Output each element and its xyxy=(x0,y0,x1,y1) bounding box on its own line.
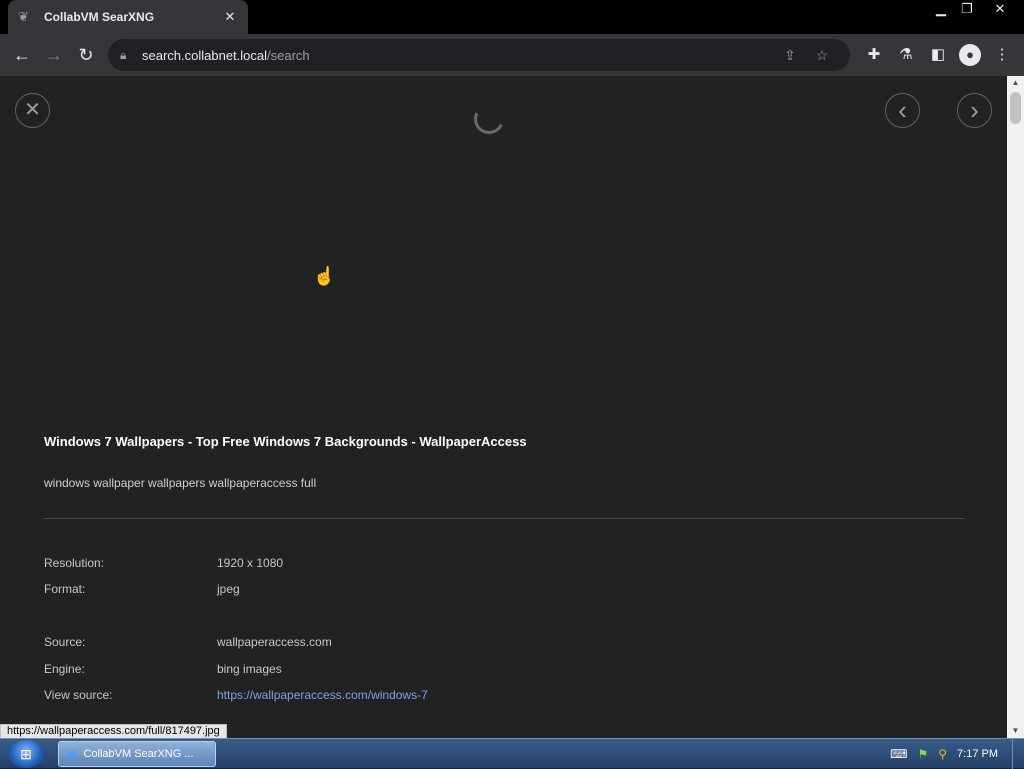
source-label: Source: xyxy=(44,635,86,649)
start-button-icon[interactable]: ⊞ xyxy=(8,740,44,768)
tab-title: CollabVM SearXNG xyxy=(44,10,155,24)
page-scrollbar[interactable]: ▲ ▼ xyxy=(1007,76,1024,738)
result-title: Windows 7 Wallpapers - Top Free Windows … xyxy=(44,434,527,449)
forward-icon[interactable]: → xyxy=(38,39,70,71)
reload-icon[interactable]: ↻ xyxy=(70,39,102,71)
system-tray: ⌨ ⚑ ⚲ 7:17 PM xyxy=(885,739,1024,769)
address-bar[interactable]: 🔒︎ search.collabnet.local/search ⇪ ☆ xyxy=(108,39,850,71)
browser-toolbar: ← → ↻ 🔒︎ search.collabnet.local/search ⇪… xyxy=(0,34,1024,76)
view-source-link[interactable]: https://wallpaperaccess.com/windows-7 xyxy=(217,688,428,702)
tab-close-icon[interactable]: ✕ xyxy=(222,9,238,25)
show-desktop-button[interactable] xyxy=(1012,739,1024,769)
windows-taskbar: ⊞ ◉ CollabVM SearXNG ... ⌨ ⚑ ⚲ 7:17 PM xyxy=(0,738,1024,769)
next-image-button[interactable]: › xyxy=(957,93,992,128)
network-icon[interactable]: ⚑ xyxy=(917,747,928,761)
extensions-icon[interactable]: ✚ xyxy=(858,39,890,71)
searxng-favicon-icon: ❦ xyxy=(18,9,29,24)
keyboard-icon[interactable]: ⌨ xyxy=(890,747,907,761)
source-value: wallpaperaccess.com xyxy=(217,635,332,649)
image-viewer: ✕ ‹ › ☝ Windows 7 Wallpapers - Top Free … xyxy=(0,76,1007,738)
scroll-up-icon[interactable]: ▲ xyxy=(1007,76,1024,90)
result-description: windows wallpaper wallpapers wallpaperac… xyxy=(44,476,317,490)
divider xyxy=(44,518,964,519)
hand-cursor-icon: ☝ xyxy=(313,266,336,286)
close-viewer-button[interactable]: ✕ xyxy=(15,93,50,128)
labs-flask-icon[interactable]: ⚗ xyxy=(890,39,922,71)
taskbar-item-label: CollabVM SearXNG ... xyxy=(83,748,194,760)
back-icon[interactable]: ← xyxy=(6,39,38,71)
scroll-thumb[interactable] xyxy=(1010,92,1021,124)
clock[interactable]: 7:17 PM xyxy=(957,748,998,760)
taskbar-item-browser[interactable]: ◉ CollabVM SearXNG ... xyxy=(58,741,216,767)
scroll-down-icon[interactable]: ▼ xyxy=(1007,724,1024,738)
resolution-value: 1920 x 1080 xyxy=(217,556,284,570)
window-close-icon[interactable]: ✕ xyxy=(980,0,1020,18)
lock-icon: 🔒︎ xyxy=(120,47,127,62)
engine-value: bing images xyxy=(217,662,282,676)
format-label: Format: xyxy=(44,582,86,596)
chrome-taskbar-icon: ◉ xyxy=(67,747,78,761)
url-text[interactable]: search.collabnet.local/search xyxy=(142,48,774,63)
search-tray-icon[interactable]: ⚲ xyxy=(938,747,947,761)
browser-tab[interactable]: ❦ CollabVM SearXNG ✕ xyxy=(8,0,248,34)
title-bar: ❦ CollabVM SearXNG ✕ ▁ ❐ ✕ xyxy=(0,0,1024,34)
loading-spinner-icon xyxy=(469,99,509,139)
format-value: jpeg xyxy=(217,582,240,596)
share-icon[interactable]: ⇪ xyxy=(774,47,806,64)
profile-avatar-icon[interactable]: ● xyxy=(959,44,981,66)
menu-kebab-icon[interactable]: ⋮ xyxy=(986,39,1018,71)
side-panel-icon[interactable]: ◧ xyxy=(922,39,954,71)
view-source-label: View source: xyxy=(44,688,113,702)
window-controls: ▁ ❐ ✕ xyxy=(928,0,1020,20)
resolution-label: Resolution: xyxy=(44,556,105,570)
engine-label: Engine: xyxy=(44,662,85,676)
restore-icon[interactable]: ❐ xyxy=(954,0,980,18)
bookmark-star-icon[interactable]: ☆ xyxy=(806,47,838,64)
minimize-icon[interactable]: ▁ xyxy=(928,0,954,18)
link-status-bar: https://wallpaperaccess.com/full/817497.… xyxy=(0,724,227,739)
previous-image-button[interactable]: ‹ xyxy=(885,93,920,128)
